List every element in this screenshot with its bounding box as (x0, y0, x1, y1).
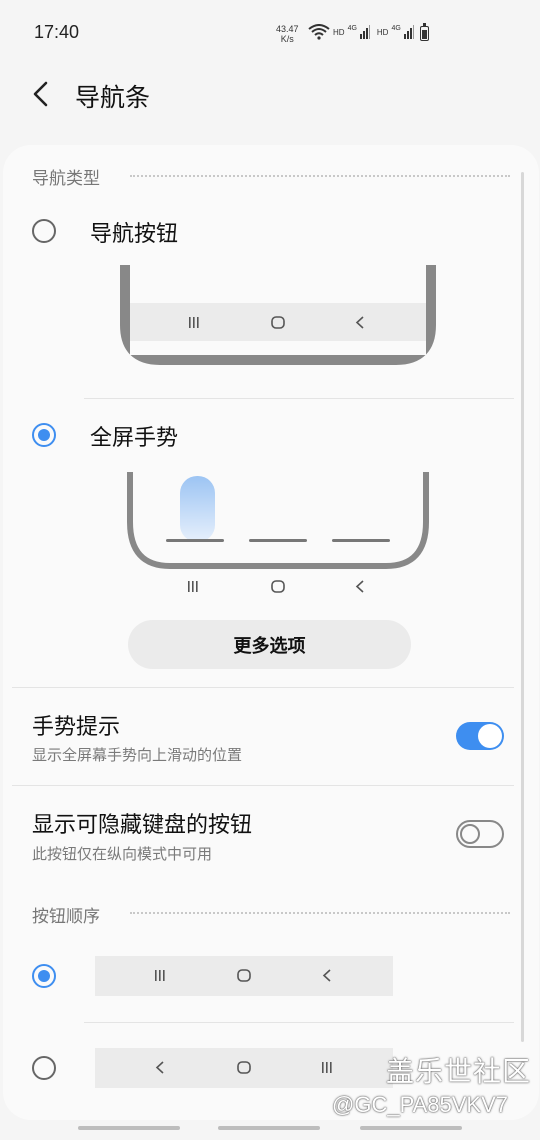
section-divider-line (12, 687, 514, 688)
recents-icon (189, 317, 199, 328)
home-icon (237, 969, 251, 982)
hide-keyboard-subtitle: 此按钮仅在纵向模式中可用 (32, 845, 213, 863)
order-preview-1[interactable] (95, 956, 393, 996)
chevron-left-icon[interactable] (26, 78, 58, 110)
option-divider (84, 1022, 514, 1023)
back-icon (355, 580, 364, 593)
home-icon (271, 580, 285, 593)
hide-keyboard-toggle[interactable] (456, 820, 504, 848)
setting-divider (12, 785, 514, 786)
radio-nav-buttons[interactable] (32, 219, 56, 243)
signal-icon (359, 25, 370, 39)
network-2-label: HD (376, 27, 389, 37)
nav-buttons-preview[interactable] (120, 265, 436, 367)
option-label-nav-buttons[interactable]: 导航按钮 (90, 216, 178, 248)
recents-icon (155, 970, 165, 981)
toggle-knob (478, 724, 502, 748)
order-preview-2[interactable] (95, 1048, 393, 1088)
section-divider (130, 912, 510, 914)
speed-value: 43.47 (276, 24, 299, 34)
watermark-handle: @GC_PA85VKV7 (332, 1092, 509, 1117)
hide-keyboard-title[interactable]: 显示可隐藏键盘的按钮 (32, 807, 252, 839)
network-1-gen: 4G (347, 24, 357, 32)
signal-icon-2 (403, 25, 414, 39)
speed-unit: K/s (280, 34, 294, 44)
section-divider (130, 175, 510, 177)
radio-fullscreen-gestures[interactable] (32, 423, 56, 447)
scrollbar[interactable] (521, 172, 524, 1042)
recents-icon (188, 581, 198, 592)
option-divider (84, 398, 514, 399)
radio-order-recents-home-back[interactable] (32, 964, 56, 988)
status-icons: HD 4G HD 4G (308, 24, 414, 40)
status-time: 17:40 (34, 22, 80, 42)
gesture-hint-subtitle: 显示全屏幕手势向上滑动的位置 (32, 746, 243, 764)
gesture-hint-bar-left (78, 1126, 180, 1130)
wifi-icon (308, 24, 330, 40)
gesture-hint-toggle[interactable] (456, 722, 504, 750)
status-bar: 17:40 43.47 K/s HD 4G HD 4G (0, 0, 540, 66)
gesture-hint-bar-right (360, 1126, 462, 1130)
app-header: 导航条 (0, 66, 540, 126)
home-icon (237, 1061, 251, 1074)
back-icon (155, 1061, 164, 1074)
section-nav-type: 导航类型 (32, 164, 100, 189)
network-speed: 43.47 K/s (276, 24, 299, 44)
gesture-hint-title[interactable]: 手势提示 (32, 709, 120, 741)
toggle-knob (460, 824, 480, 844)
gestures-preview[interactable] (126, 472, 430, 602)
more-options-button[interactable]: 更多选项 (128, 620, 411, 669)
option-label-fullscreen-gestures[interactable]: 全屏手势 (90, 420, 178, 452)
section-title: 按钮顺序 (32, 907, 100, 927)
page-title: 导航条 (75, 83, 151, 112)
network-2-gen: 4G (391, 24, 401, 32)
section-button-order: 按钮顺序 (32, 902, 100, 927)
recents-icon (322, 1062, 332, 1073)
watermark-title: 盖乐世社区 (386, 1055, 532, 1088)
battery-icon (420, 23, 429, 41)
back-icon (322, 969, 331, 982)
radio-order-back-home-recents[interactable] (32, 1056, 56, 1080)
section-title: 导航类型 (32, 169, 100, 189)
network-1-label: HD (333, 27, 345, 37)
gesture-hint-bar-center (218, 1126, 320, 1130)
